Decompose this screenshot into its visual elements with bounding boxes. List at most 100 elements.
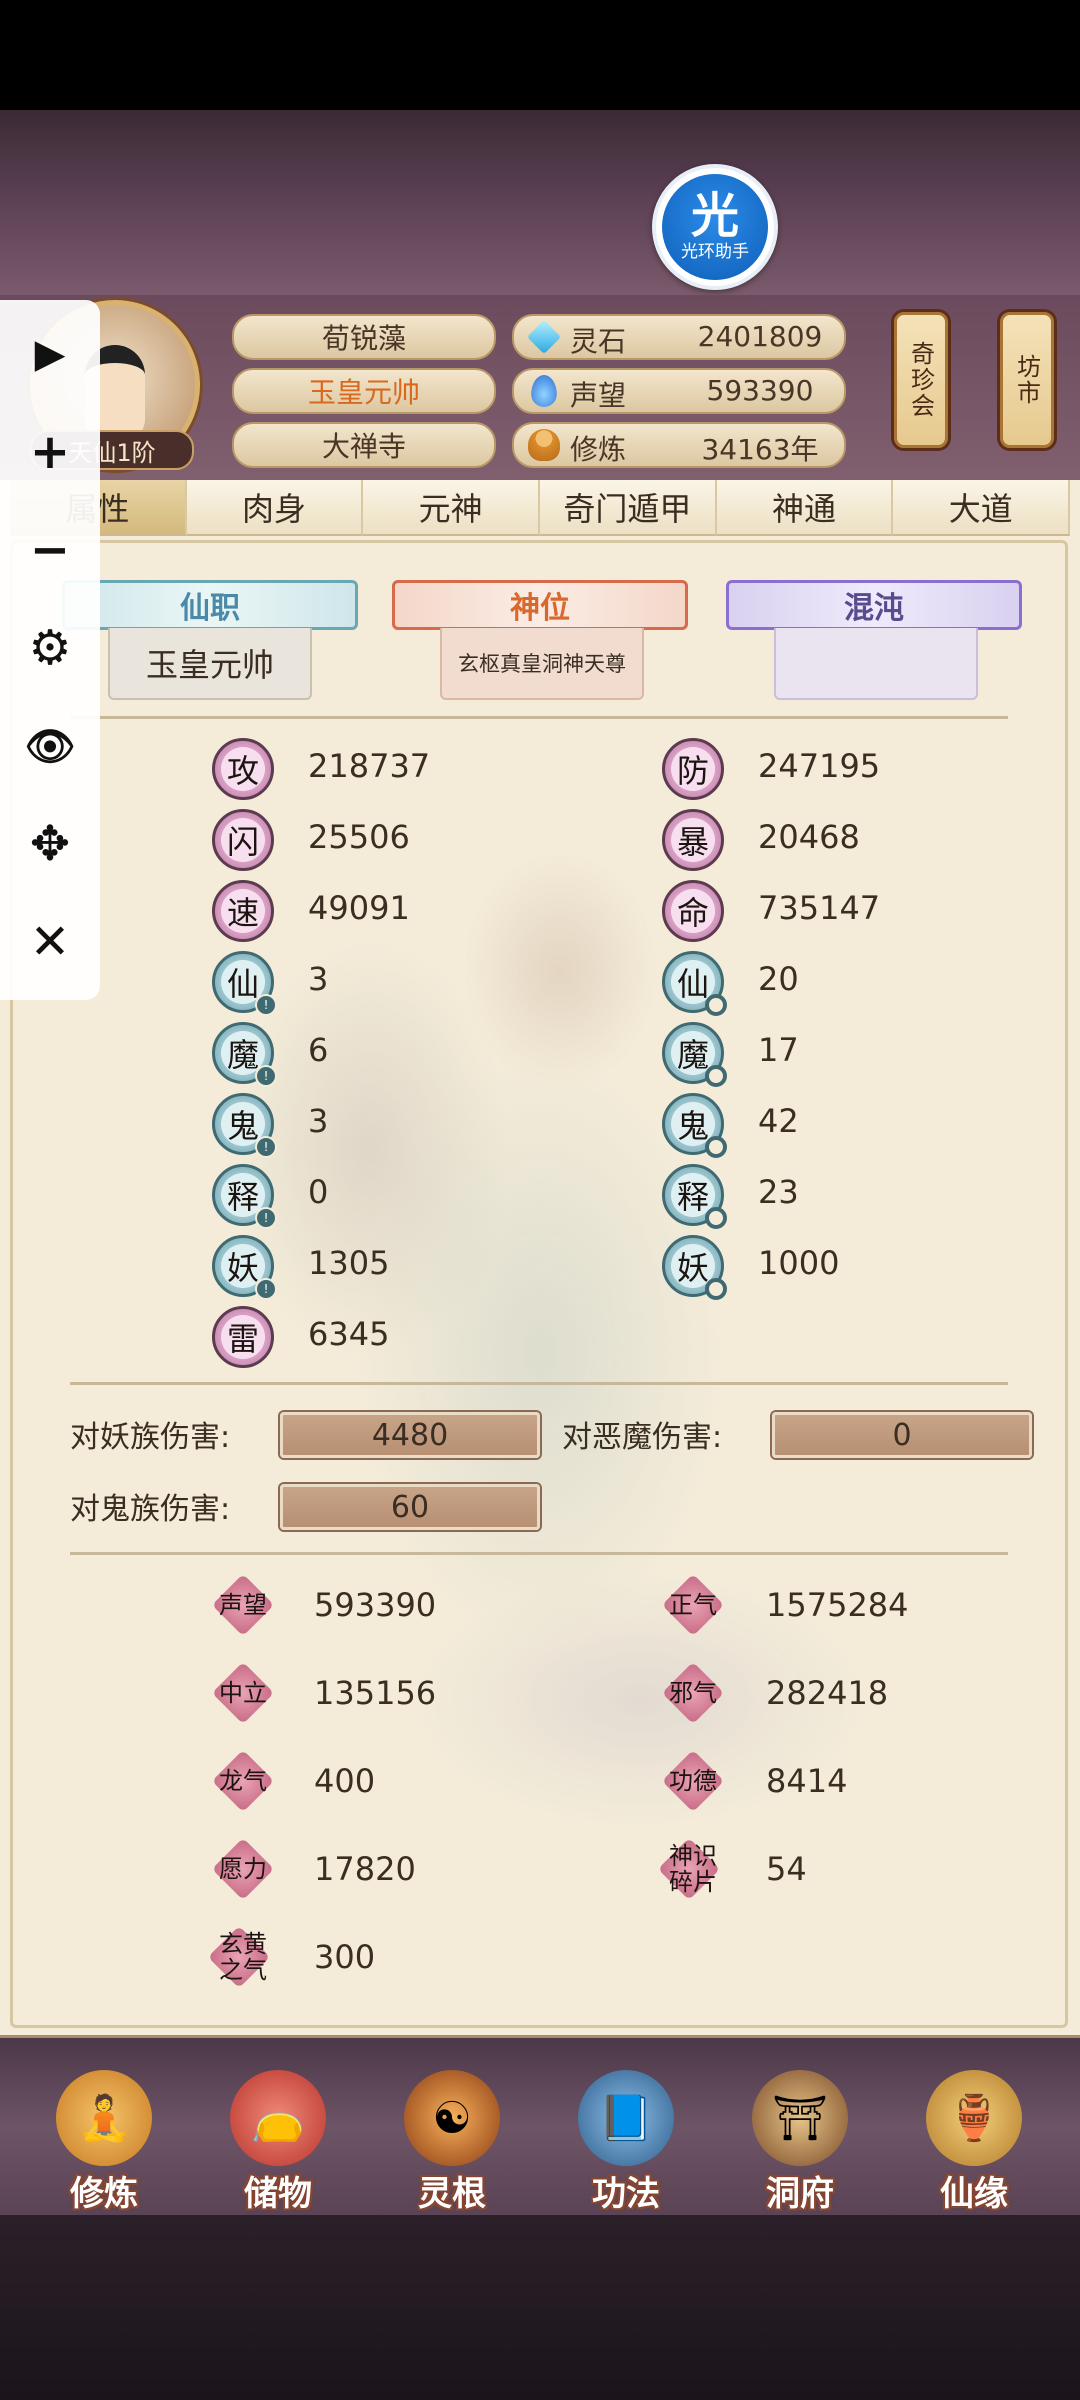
crit-stat-icon: 暴 bbox=[662, 809, 724, 871]
immortal-defense-value: 20 bbox=[758, 960, 799, 998]
buddha-defense-icon: 释 bbox=[662, 1164, 727, 1229]
resource-reputation: 声望 593390 bbox=[512, 368, 846, 414]
nav-label: 修炼 bbox=[70, 2174, 138, 2214]
tab-dao[interactable]: 大道 bbox=[893, 480, 1071, 536]
attack-marker-icon: ! bbox=[255, 1136, 277, 1158]
vow-power-label: 愿力 bbox=[219, 1855, 267, 1883]
scripture-book-icon: 📘 bbox=[578, 2070, 674, 2166]
nav-fortune[interactable]: 🏺 仙缘 bbox=[904, 2060, 1044, 2214]
resource-label: 修炼 bbox=[570, 433, 627, 466]
nav-storage[interactable]: 👝 储物 bbox=[208, 2060, 348, 2214]
vow-power-value: 17820 bbox=[314, 1850, 416, 1888]
halo-assistant-badge[interactable]: 光 光环助手 bbox=[652, 164, 778, 290]
reputation-drop-icon bbox=[531, 375, 557, 407]
ghost-attack-value: 3 bbox=[308, 1102, 329, 1140]
vow-power-icon: 愿力 bbox=[212, 1838, 274, 1900]
reputation-label: 声望 bbox=[219, 1591, 267, 1619]
resource-cultivation: 修炼 34163年 bbox=[512, 422, 846, 468]
nav-techniques[interactable]: 📘 功法 bbox=[556, 2060, 696, 2214]
reputation-icon: 声望 bbox=[212, 1574, 274, 1636]
header-background bbox=[0, 110, 1080, 295]
dragon-qi-value: 400 bbox=[314, 1762, 376, 1800]
spirit-root-icon: ☯ bbox=[404, 2070, 500, 2166]
neutral-label: 中立 bbox=[219, 1679, 267, 1707]
yao-defense-icon: 妖 bbox=[662, 1235, 727, 1300]
stat-glyph: 魔 bbox=[226, 1036, 259, 1074]
nav-cave-mansion[interactable]: ⛩ 洞府 bbox=[730, 2060, 870, 2214]
tab-divine-powers[interactable]: 神通 bbox=[716, 480, 894, 536]
minus-icon[interactable]: − bbox=[20, 520, 80, 580]
reputation-value: 593390 bbox=[314, 1586, 437, 1624]
defense-marker-icon bbox=[705, 1065, 727, 1087]
thunder-stat-icon: 雷 bbox=[212, 1306, 274, 1368]
eye-icon[interactable]: 👁 bbox=[20, 716, 80, 776]
plus-icon[interactable]: + bbox=[20, 422, 80, 482]
resource-spirit-stone: 灵石 2401809 bbox=[512, 314, 846, 360]
tab-qimen[interactable]: 奇门遁甲 bbox=[540, 480, 717, 536]
ghost-damage-value: 60 bbox=[280, 1484, 540, 1530]
dragon-qi-label: 龙气 bbox=[219, 1767, 267, 1795]
resource-label: 灵石 bbox=[570, 325, 627, 358]
yao-attack-icon: 妖! bbox=[212, 1235, 277, 1300]
attack-marker-icon: ! bbox=[255, 1065, 277, 1087]
gear-icon[interactable]: ⚙ bbox=[20, 618, 80, 678]
halo-label: 光环助手 bbox=[681, 242, 749, 262]
speed-value: 49091 bbox=[308, 889, 410, 927]
tab-spirit[interactable]: 元神 bbox=[363, 480, 541, 536]
treasure-fair-button[interactable]: 奇珍会 bbox=[894, 312, 948, 448]
dodge-value: 25506 bbox=[308, 818, 410, 856]
xuanhuang-qi-value: 300 bbox=[314, 1938, 376, 1976]
speed-stat-icon: 速 bbox=[212, 880, 274, 942]
tab-body[interactable]: 肉身 bbox=[186, 480, 364, 536]
panel-frame bbox=[10, 540, 1068, 2028]
shenwei-banner[interactable]: 神位 bbox=[392, 580, 688, 630]
thunder-value: 6345 bbox=[308, 1315, 390, 1353]
attack-marker-icon: ! bbox=[255, 1278, 277, 1300]
close-icon[interactable]: ✕ bbox=[20, 912, 80, 972]
attribute-tabs: 属性 肉身 元神 奇门遁甲 神通 大道 bbox=[10, 480, 1071, 536]
stat-glyph: 仙 bbox=[226, 965, 259, 1003]
demon-attack-icon: 魔! bbox=[212, 1022, 277, 1087]
ghost-defense-icon: 鬼 bbox=[662, 1093, 727, 1158]
hundun-banner[interactable]: 混沌 bbox=[726, 580, 1022, 630]
merit-label: 功德 bbox=[669, 1767, 717, 1795]
stat-glyph: 鬼 bbox=[226, 1107, 259, 1145]
halo-big-glyph: 光 bbox=[690, 188, 739, 244]
hp-stat-icon: 命 bbox=[662, 880, 724, 942]
nav-cultivate[interactable]: 🧘 修炼 bbox=[34, 2060, 174, 2214]
evil-qi-label: 邪气 bbox=[669, 1679, 717, 1707]
divider bbox=[70, 1382, 1008, 1385]
market-button[interactable]: 坊市 bbox=[1000, 312, 1054, 448]
xianzhi-banner[interactable]: 仙职 bbox=[62, 580, 358, 630]
cave-mansion-icon: ⛩ bbox=[752, 2070, 848, 2166]
floating-toolbar: ▶ + − ⚙ 👁 ✥ ✕ bbox=[0, 300, 100, 1000]
righteous-qi-icon: 正气 bbox=[662, 1574, 724, 1636]
move-icon[interactable]: ✥ bbox=[20, 814, 80, 874]
soul-fragment-icon: 神识碎片 bbox=[658, 1838, 728, 1900]
merit-icon: 功德 bbox=[662, 1750, 724, 1812]
gourd-icon: 🏺 bbox=[926, 2070, 1022, 2166]
immortal-attack-value: 3 bbox=[308, 960, 329, 998]
nav-label: 洞府 bbox=[766, 2174, 834, 2214]
buddha-attack-value: 0 bbox=[308, 1173, 329, 1211]
yao-damage-label: 对妖族伤害: bbox=[70, 1420, 231, 1455]
nav-spirit-root[interactable]: ☯ 灵根 bbox=[382, 2060, 522, 2214]
hp-value: 735147 bbox=[758, 889, 881, 927]
crit-value: 20468 bbox=[758, 818, 860, 856]
attack-stat-icon: 攻 bbox=[212, 738, 274, 800]
stat-glyph: 妖 bbox=[226, 1249, 259, 1287]
neutral-value: 135156 bbox=[314, 1674, 437, 1712]
xianzhi-value: 玉皇元帅 bbox=[108, 628, 312, 700]
defense-marker-icon bbox=[705, 994, 727, 1016]
buddha-attack-icon: 释! bbox=[212, 1164, 277, 1229]
righteous-qi-value: 1575284 bbox=[766, 1586, 909, 1624]
dodge-stat-icon: 闪 bbox=[212, 809, 274, 871]
play-icon[interactable]: ▶ bbox=[20, 324, 80, 384]
meditation-icon bbox=[528, 429, 560, 461]
evil-qi-value: 282418 bbox=[766, 1674, 889, 1712]
defense-marker-icon bbox=[705, 1278, 727, 1300]
ghost-defense-value: 42 bbox=[758, 1102, 799, 1140]
neutral-icon: 中立 bbox=[212, 1662, 274, 1724]
soul-fragment-label: 神识碎片 bbox=[669, 1842, 717, 1896]
resource-label: 声望 bbox=[570, 379, 627, 412]
